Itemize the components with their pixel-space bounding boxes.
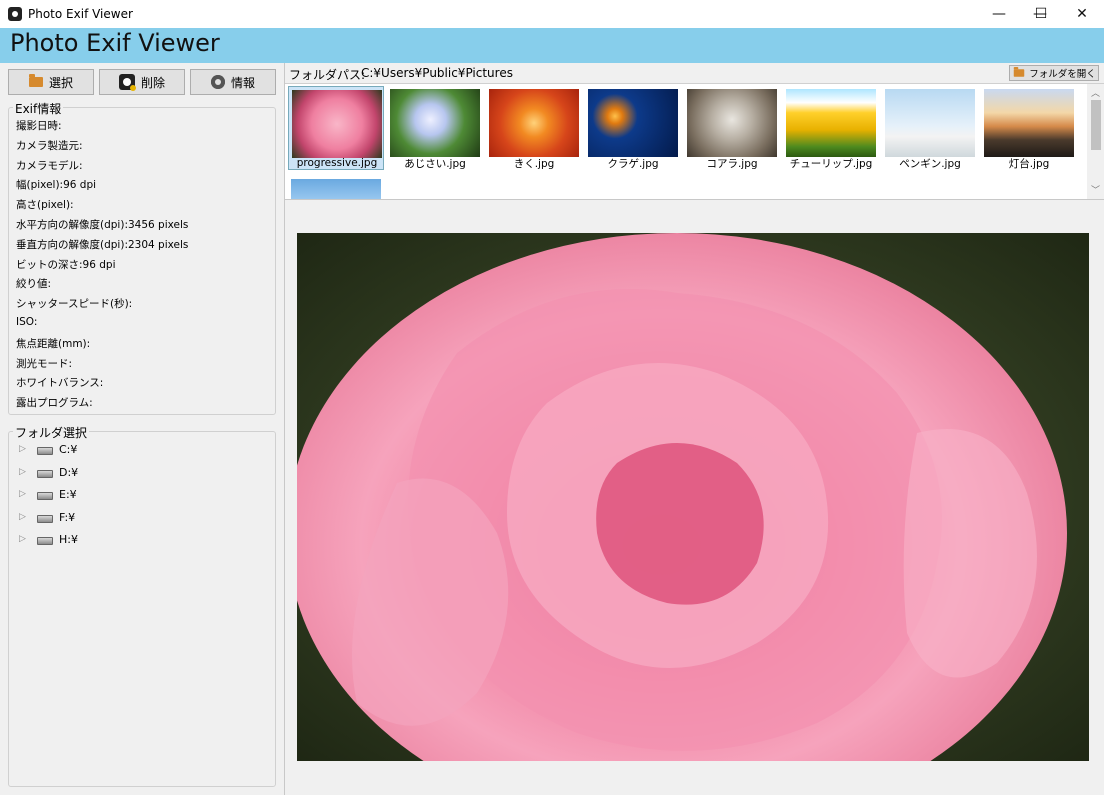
open-folder-label: フォルダを開く [1029, 69, 1096, 80]
expand-arrow-icon[interactable]: ▷ [19, 534, 29, 544]
window-titlebar: Photo Exif Viewer — [0, 0, 1104, 29]
gear-icon [210, 75, 225, 89]
thumbnail-item[interactable]: あじさい.jpg [387, 86, 483, 170]
drive-icon [37, 537, 53, 545]
thumbnail-label: あじさい.jpg [404, 158, 466, 170]
drive-label: D:¥ [59, 465, 79, 479]
tree-item-drive[interactable]: ▷ F:¥ [19, 508, 75, 526]
app-banner: Photo Exif Viewer [0, 28, 1104, 63]
thumbnail-image [292, 90, 382, 158]
exif-row: 絞り値: [16, 278, 52, 290]
exif-row: 露出プログラム: [16, 397, 93, 409]
thumbnail-image [786, 89, 876, 157]
thumbnail-image [291, 179, 381, 199]
folder-icon [1013, 67, 1025, 77]
expand-arrow-icon[interactable]: ▷ [19, 489, 29, 499]
thumbnail-image [390, 89, 480, 157]
exif-row: 撮影日時: [16, 120, 62, 132]
thumbnail-label: クラゲ.jpg [607, 158, 659, 170]
exif-row: 幅(pixel):96 dpi [16, 179, 97, 191]
close-button[interactable]: ✕ [1060, 0, 1104, 28]
thumbnail-label: 灯台.jpg [1008, 158, 1050, 170]
thumbnail-image [984, 89, 1074, 157]
thumbnail-image [489, 89, 579, 157]
exif-row: 垂直方向の解像度(dpi):2304 pixels [16, 239, 189, 251]
exif-row: 測光モード: [16, 358, 73, 370]
delete-icon [118, 74, 135, 90]
exif-row: ビットの深さ:96 dpi [16, 259, 116, 271]
drive-label: C:¥ [59, 442, 78, 456]
thumbnail-item[interactable]: ペンギン.jpg [882, 86, 978, 170]
path-bar: フォルダパス: C:¥Users¥Public¥Pictures フォルダを開く [285, 63, 1104, 84]
thumbnail-label: progressive.jpg [296, 157, 378, 169]
thumbnail-label: チューリップ.jpg [789, 158, 873, 170]
delete-button-label: 削除 [140, 75, 165, 90]
thumbnail-item-partial[interactable] [288, 176, 384, 199]
minimize-btn[interactable]: — [977, 0, 1021, 28]
thumbnail-label: きく.jpg [513, 158, 555, 170]
thumbnail-scrollbar[interactable]: ︿ ﹀ [1087, 84, 1104, 199]
thumbnail-item[interactable]: チューリップ.jpg [783, 86, 879, 170]
exif-row: カメラ製造元: [16, 140, 83, 152]
folder-tree-title: フォルダ選択 [13, 424, 90, 441]
thumbnail-item[interactable]: コアラ.jpg [684, 86, 780, 170]
window-title: Photo Exif Viewer [28, 7, 133, 21]
scrollbar-thumb[interactable] [1091, 100, 1101, 150]
info-button-label: 情報 [230, 75, 255, 90]
left-panel: 選択 削除 情報 Exif情報 撮影日時: カメラ製造元: カメラモデル: 幅(… [0, 63, 285, 795]
info-button[interactable]: 情報 [190, 69, 276, 95]
drive-label: H:¥ [59, 532, 78, 546]
thumbnail-item[interactable]: きく.jpg [486, 86, 582, 170]
expand-arrow-icon[interactable]: ▷ [19, 467, 29, 477]
thumbnail-label: コアラ.jpg [706, 158, 758, 170]
tree-item-drive[interactable]: ▷ E:¥ [19, 485, 77, 503]
folder-icon [28, 74, 43, 87]
thumbnail-image [687, 89, 777, 157]
exif-row: ISO: [16, 316, 38, 328]
app-camera-icon [8, 7, 22, 21]
tree-item-drive[interactable]: ▷ C:¥ [19, 440, 77, 458]
exif-group: Exif情報 撮影日時: カメラ製造元: カメラモデル: 幅(pixel):96… [8, 100, 276, 415]
scroll-up-icon[interactable]: ︿ [1087, 86, 1104, 100]
exif-row: 高さ(pixel): [16, 199, 74, 211]
right-panel: フォルダパス: C:¥Users¥Public¥Pictures フォルダを開く… [285, 63, 1104, 795]
exif-row: カメラモデル: [16, 160, 83, 172]
thumbnail-item[interactable]: 灯台.jpg [981, 86, 1077, 170]
tree-item-drive[interactable]: ▷ H:¥ [19, 530, 78, 548]
exif-group-title: Exif情報 [13, 100, 64, 117]
select-button-label: 選択 [48, 75, 73, 90]
scroll-down-icon[interactable]: ﹀ [1087, 183, 1104, 197]
tree-item-drive[interactable]: ▷ D:¥ [19, 463, 78, 481]
path-label: フォルダパス: [289, 68, 366, 82]
exif-row: ホワイトバランス: [16, 377, 104, 389]
exif-row: シャッタースピード(秒): [16, 298, 133, 310]
thumbnail-item[interactable]: progressive.jpg [288, 86, 384, 170]
thumbnail-strip: progressive.jpg あじさい.jpg きく.jpg クラゲ.jpg … [285, 84, 1104, 200]
drive-icon [37, 447, 53, 455]
thumbnail-image [588, 89, 678, 157]
main-photo-viewer [297, 233, 1089, 761]
thumbnail-image [885, 89, 975, 157]
exif-row: 焦点距離(mm): [16, 338, 91, 350]
drive-label: F:¥ [59, 510, 76, 524]
drive-label: E:¥ [59, 487, 77, 501]
exif-row: 水平方向の解像度(dpi):3456 pixels [16, 219, 189, 231]
drive-icon [37, 515, 53, 523]
select-button[interactable]: 選択 [8, 69, 94, 95]
path-value: C:¥Users¥Public¥Pictures [361, 66, 513, 80]
drive-icon [37, 492, 53, 500]
delete-button[interactable]: 削除 [99, 69, 185, 95]
thumbnail-label: ペンギン.jpg [899, 158, 961, 170]
maximize-button[interactable]: ☐ [1019, 0, 1063, 28]
thumbnail-item[interactable]: クラゲ.jpg [585, 86, 681, 170]
expand-arrow-icon[interactable]: ▷ [19, 512, 29, 522]
banner-title: Photo Exif Viewer [10, 29, 220, 57]
drive-icon [37, 470, 53, 478]
folder-tree-group: フォルダ選択 ▷ C:¥ ▷ D:¥ ▷ E:¥ ▷ F:¥ ▷ H:¥ [8, 424, 276, 787]
open-folder-button[interactable]: フォルダを開く [1009, 65, 1099, 81]
expand-arrow-icon[interactable]: ▷ [19, 444, 29, 454]
